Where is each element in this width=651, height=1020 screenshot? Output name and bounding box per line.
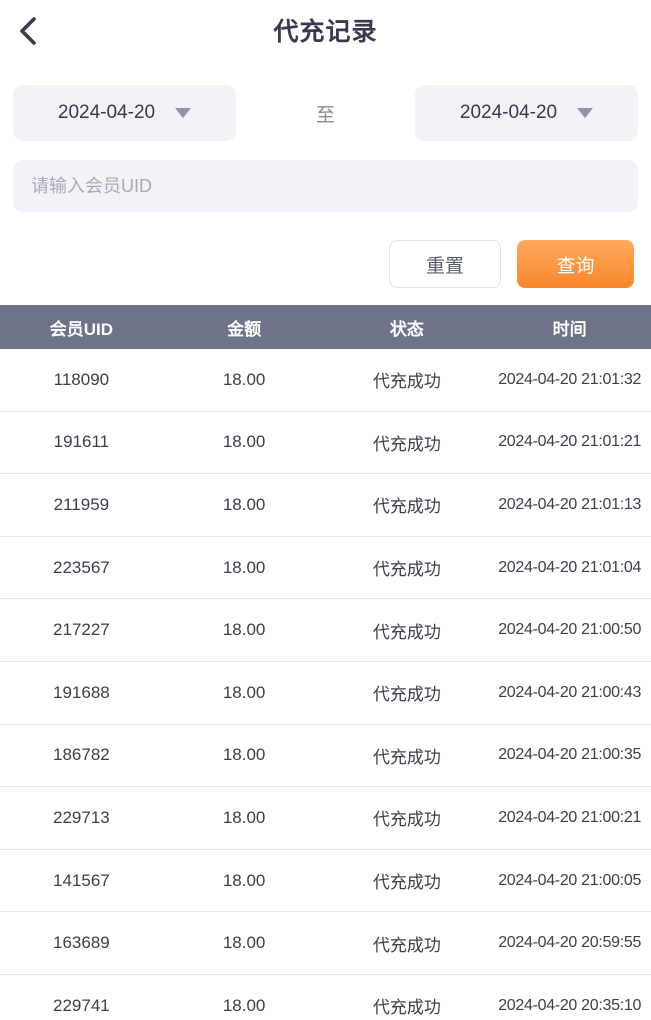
cell-status: 代充成功: [372, 935, 441, 955]
cell-time: 2024-04-20 21:01:32: [498, 370, 642, 388]
table-row[interactable]: 229713 18.00 代充成功 2024-04-20 21:00:21: [0, 787, 651, 850]
cell-member-uid: 191688: [53, 682, 110, 702]
table-header-row: 会员UID 金额 状态 时间: [0, 305, 651, 349]
top-bar: 代充记录: [0, 0, 651, 62]
query-button[interactable]: 查询: [517, 240, 634, 288]
cell-time: 2024-04-20 21:01:13: [498, 495, 642, 513]
cell-amount: 18.00: [222, 807, 266, 827]
cell-status: 代充成功: [372, 685, 441, 705]
date-to-value: 2024-04-20: [459, 102, 558, 123]
column-header-status: 状态: [389, 319, 424, 339]
cell-status: 代充成功: [372, 497, 441, 517]
date-range-to-label: 至: [315, 104, 335, 126]
records-table: 会员UID 金额 状态 时间 118090 18.00 代充成功 2024-04…: [0, 305, 651, 1020]
cell-time: 2024-04-20 21:00:21: [498, 808, 642, 826]
page-title: 代充记录: [273, 18, 378, 46]
cell-time: 2024-04-20 21:00:35: [498, 746, 642, 764]
cell-status: 代充成功: [372, 810, 441, 830]
cell-time: 2024-04-20 20:59:55: [498, 934, 642, 952]
cell-member-uid: 163689: [53, 933, 110, 953]
cell-status: 代充成功: [372, 747, 441, 767]
cell-member-uid: 217227: [53, 620, 110, 640]
cell-time: 2024-04-20 21:01:04: [498, 558, 642, 576]
reset-button[interactable]: 重置: [389, 240, 501, 288]
action-button-row: 重置 查询: [13, 240, 638, 288]
cell-member-uid: 211959: [53, 494, 110, 514]
cell-amount: 18.00: [222, 432, 266, 452]
cell-time: 2024-04-20 20:35:10: [498, 996, 642, 1014]
date-from-value: 2024-04-20: [57, 102, 156, 123]
cell-status: 代充成功: [372, 998, 441, 1018]
column-header-amount: 金额: [227, 319, 262, 339]
cell-status: 代充成功: [372, 560, 441, 580]
cell-amount: 18.00: [222, 682, 266, 702]
cell-amount: 18.00: [222, 620, 266, 640]
table-row[interactable]: 163689 18.00 代充成功 2024-04-20 20:59:55: [0, 912, 651, 975]
cell-status: 代充成功: [372, 372, 441, 392]
cell-time: 2024-04-20 21:00:05: [498, 871, 642, 889]
cell-amount: 18.00: [222, 369, 266, 389]
cell-member-uid: 118090: [53, 369, 110, 389]
cell-member-uid: 186782: [53, 745, 110, 765]
chevron-down-icon: [175, 108, 192, 118]
date-range-row: 2024-04-20 至 2024-04-20: [13, 85, 638, 141]
cell-amount: 18.00: [222, 933, 266, 953]
date-from-select[interactable]: 2024-04-20: [13, 85, 236, 141]
cell-time: 2024-04-20 21:00:50: [498, 621, 642, 639]
cell-amount: 18.00: [222, 745, 266, 765]
cell-time: 2024-04-20 21:00:43: [498, 683, 642, 701]
cell-time: 2024-04-20 21:01:21: [498, 433, 642, 451]
table-row[interactable]: 223567 18.00 代充成功 2024-04-20 21:01:04: [0, 536, 651, 600]
cell-member-uid: 141567: [53, 870, 110, 890]
table-row[interactable]: 229741 18.00 代充成功 2024-04-20 20:35:10: [0, 974, 651, 1020]
cell-member-uid: 191611: [53, 432, 110, 452]
cell-amount: 18.00: [222, 995, 266, 1015]
cell-amount: 18.00: [222, 870, 266, 890]
member-uid-input[interactable]: [13, 160, 638, 212]
date-to-select[interactable]: 2024-04-20: [415, 85, 638, 141]
table-row[interactable]: 191611 18.00 代充成功 2024-04-20 21:01:21: [0, 411, 651, 475]
table-row[interactable]: 217227 18.00 代充成功 2024-04-20 21:00:50: [0, 599, 651, 662]
cell-status: 代充成功: [372, 622, 441, 642]
table-row[interactable]: 118090 18.00 代充成功 2024-04-20 21:01:32: [0, 349, 651, 412]
cell-status: 代充成功: [372, 873, 441, 893]
cell-amount: 18.00: [222, 557, 266, 577]
cell-member-uid: 229713: [53, 807, 110, 827]
cell-member-uid: 223567: [53, 557, 110, 577]
table-row[interactable]: 211959 18.00 代充成功 2024-04-20 21:01:13: [0, 474, 651, 537]
chevron-down-icon: [577, 108, 594, 118]
cell-status: 代充成功: [372, 434, 441, 454]
table-body: 118090 18.00 代充成功 2024-04-20 21:01:32 19…: [0, 349, 651, 1020]
column-header-time: 时间: [552, 319, 587, 339]
table-row[interactable]: 141567 18.00 代充成功 2024-04-20 21:00:05: [0, 849, 651, 913]
filter-section: 2024-04-20 至 2024-04-20 重置 查询: [0, 85, 651, 288]
cell-member-uid: 229741: [53, 995, 110, 1015]
column-header-uid: 会员UID: [49, 319, 114, 339]
cell-amount: 18.00: [222, 494, 266, 514]
table-row[interactable]: 186782 18.00 代充成功 2024-04-20 21:00:35: [0, 724, 651, 788]
table-row[interactable]: 191688 18.00 代充成功 2024-04-20 21:00:43: [0, 661, 651, 725]
